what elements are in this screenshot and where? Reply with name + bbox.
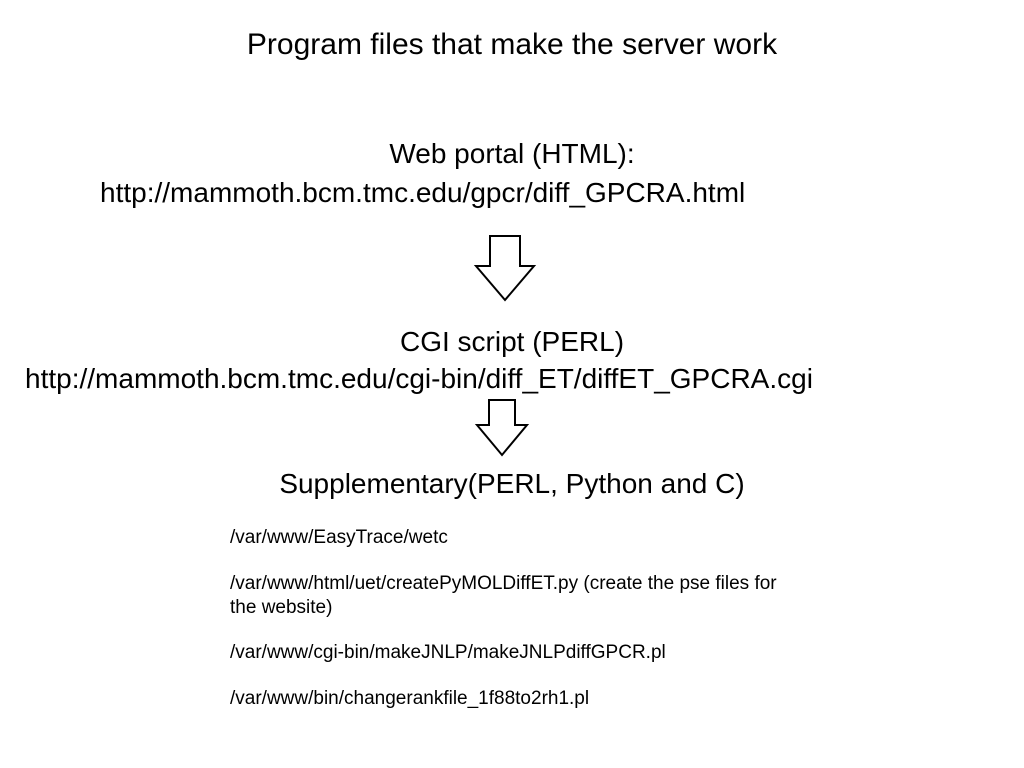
file-path-item: /var/www/EasyTrace/wetc — [230, 526, 790, 550]
file-path-item: /var/www/bin/changerankfile_1f88to2rh1.p… — [230, 687, 790, 711]
file-path-item: /var/www/html/uet/createPyMOLDiffET.py (… — [230, 572, 790, 620]
file-path-item: /var/www/cgi-bin/makeJNLP/makeJNLPdiffGP… — [230, 641, 790, 665]
down-arrow-icon — [472, 398, 532, 460]
down-arrow-icon — [472, 234, 538, 306]
cgi-script-heading: CGI script (PERL) — [0, 326, 1024, 358]
web-portal-heading: Web portal (HTML): — [0, 138, 1024, 170]
page-title: Program files that make the server work — [0, 28, 1024, 62]
web-portal-url: http://mammoth.bcm.tmc.edu/gpcr/diff_GPC… — [100, 175, 870, 211]
file-paths-list: /var/www/EasyTrace/wetc /var/www/html/ue… — [230, 526, 790, 733]
cgi-script-url: http://mammoth.bcm.tmc.edu/cgi-bin/diff_… — [25, 363, 1024, 395]
supplementary-heading: Supplementary(PERL, Python and C) — [0, 468, 1024, 500]
